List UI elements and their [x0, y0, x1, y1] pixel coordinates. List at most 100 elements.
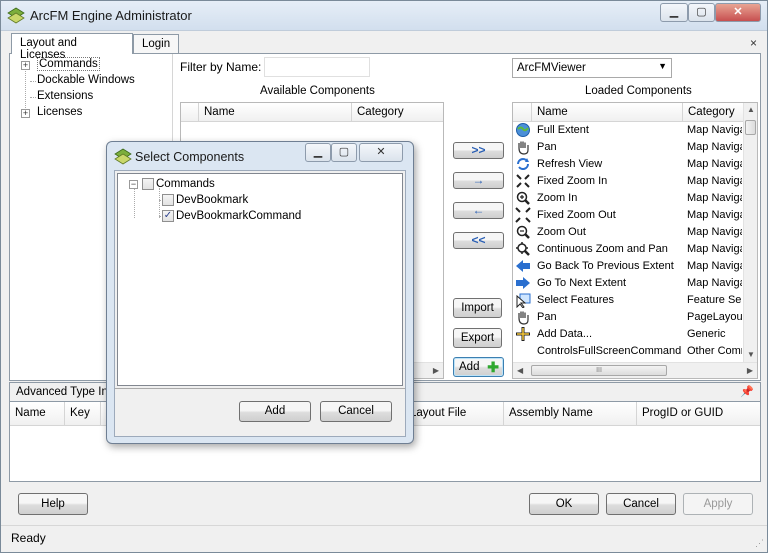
components-tree[interactable]: − Commands DevBookmark ✓ DevBookmarkComm… [117, 173, 403, 386]
viewer-select[interactable]: ArcFMViewer ▼ [512, 58, 672, 78]
add-selected-button[interactable]: → [453, 172, 504, 189]
tree-item-licenses[interactable]: Licenses [37, 106, 82, 118]
add-components-button[interactable]: Add ✚ [453, 357, 504, 377]
table-row[interactable]: Zoom Out Map Navigation [513, 224, 743, 241]
column-header-progid[interactable]: ProgID or GUID [637, 402, 760, 426]
main-window: ArcFM Engine Administrator ▁ ▢ ✕ Layout … [0, 0, 768, 553]
row-name: Continuous Zoom and Pan [537, 243, 668, 255]
close-icon: ✕ [733, 6, 743, 18]
table-row[interactable]: Full Extent Map Navigation [513, 122, 743, 139]
column-header-name[interactable]: Name [532, 103, 683, 122]
chevron-down-icon: ▼ [658, 61, 667, 71]
table-row[interactable]: Fixed Zoom In Map Navigation [513, 173, 743, 190]
remove-all-button[interactable]: << [453, 232, 504, 249]
tree-line [30, 81, 36, 82]
list-header: Name Category [513, 103, 743, 122]
table-row[interactable]: Pan Map Navigation [513, 139, 743, 156]
dialog-title: Select Components [135, 150, 245, 164]
loaded-components-list[interactable]: Name Category Full ExtentMap NavigationP… [512, 102, 758, 379]
tree-item-dockable-windows[interactable]: Dockable Windows [37, 74, 135, 86]
tree-line [30, 97, 36, 98]
vertical-scrollbar[interactable]: ▲ ▼ [743, 103, 757, 362]
table-row[interactable]: Add Data... Generic [513, 326, 743, 343]
table-row[interactable]: Zoom In Map Navigation [513, 190, 743, 207]
import-button[interactable]: Import [453, 298, 502, 318]
minimize-button[interactable]: ▁ [660, 3, 688, 22]
tree-item-commands[interactable]: Commands [156, 178, 215, 190]
continuous-zoom-icon [516, 242, 530, 256]
expand-icon[interactable]: + [21, 109, 30, 118]
row-name: Fixed Zoom Out [537, 209, 616, 221]
window-title: ArcFM Engine Administrator [30, 8, 192, 23]
filter-input[interactable] [264, 57, 370, 77]
pin-icon[interactable]: 📌 [740, 385, 754, 398]
refresh-icon [517, 158, 529, 170]
ok-button[interactable]: OK [529, 493, 599, 515]
cancel-button[interactable]: Cancel [606, 493, 676, 515]
close-tab-icon[interactable]: × [750, 36, 757, 50]
close-window-button[interactable]: ✕ [715, 3, 761, 22]
column-header-category[interactable]: Category [683, 103, 743, 122]
scroll-thumb[interactable] [745, 120, 756, 135]
tree-item-extensions[interactable]: Extensions [37, 90, 93, 102]
table-row[interactable]: Select Features Feature Selection [513, 292, 743, 309]
fixed-zoom-in-icon [516, 174, 530, 188]
tab-login[interactable]: Login [133, 34, 179, 54]
column-header-key[interactable]: Key [65, 402, 101, 426]
help-button[interactable]: Help [18, 493, 88, 515]
horizontal-scrollbar[interactable]: ◀ III ▶ [513, 362, 757, 378]
table-row[interactable]: ControlsFullScreenCommand Other Commands [513, 343, 743, 360]
dialog-close-button[interactable]: ✕ [359, 143, 403, 162]
column-header-category[interactable]: Category [352, 103, 443, 122]
row-name: ControlsFullScreenCommand [537, 345, 682, 357]
maximize-icon: ▢ [696, 6, 707, 18]
checkbox-commands[interactable] [142, 178, 154, 190]
row-category: Map Navigation [687, 260, 742, 272]
row-category: Map Navigation [687, 277, 742, 289]
table-row[interactable]: Continuous Zoom and Pan Map Navigation [513, 241, 743, 258]
add-all-button[interactable]: >> [453, 142, 504, 159]
tree-item-devbookmarkcommand[interactable]: DevBookmarkCommand [176, 210, 301, 222]
expand-icon[interactable]: + [21, 61, 30, 70]
maximize-icon: ▢ [338, 146, 350, 158]
export-button[interactable]: Export [453, 328, 502, 348]
column-header-assembly-name[interactable]: Assembly Name [504, 402, 637, 426]
dialog-cancel-button[interactable]: Cancel [320, 401, 392, 422]
dialog-add-button[interactable]: Add [239, 401, 311, 422]
collapse-icon[interactable]: − [129, 180, 138, 189]
globe-icon [516, 123, 530, 137]
table-row[interactable]: Fixed Zoom Out Map Navigation [513, 207, 743, 224]
maximize-button[interactable]: ▢ [688, 3, 715, 22]
scroll-left-icon[interactable]: ◀ [517, 366, 523, 375]
scroll-thumb[interactable]: III [531, 365, 667, 376]
scroll-right-icon[interactable]: ▶ [433, 366, 439, 375]
checkbox-devbookmarkcommand[interactable]: ✓ [162, 210, 174, 222]
scroll-up-icon[interactable]: ▲ [747, 105, 755, 114]
status-bar: Ready ⋰ [1, 525, 767, 552]
tab-label: Login [142, 38, 171, 50]
table-row[interactable]: Pan PageLayout [513, 309, 743, 326]
resize-grip-icon[interactable]: ⋰ [755, 538, 764, 549]
row-category: Map Navigation [687, 124, 742, 136]
tree-line [25, 64, 26, 114]
table-row[interactable]: Refresh View Map Navigation [513, 156, 743, 173]
column-header-name[interactable]: Name [199, 103, 352, 122]
scroll-right-icon[interactable]: ▶ [747, 366, 753, 375]
tree-line [134, 188, 135, 218]
app-logo-icon [114, 148, 132, 165]
dialog-maximize-button[interactable]: ▢ [331, 143, 357, 162]
row-name: Refresh View [537, 158, 603, 170]
remove-selected-button[interactable]: ← [453, 202, 504, 219]
arrow-left-icon [516, 260, 530, 272]
table-row[interactable]: Go Back To Previous Extent Map Navigation [513, 258, 743, 275]
scroll-down-icon[interactable]: ▼ [747, 350, 755, 359]
zoom-out-icon [516, 225, 530, 239]
apply-button[interactable]: Apply [683, 493, 753, 515]
tree-item-devbookmark[interactable]: DevBookmark [176, 194, 248, 206]
table-row[interactable]: Go To Next Extent Map Navigation [513, 275, 743, 292]
checkbox-devbookmark[interactable] [162, 194, 174, 206]
dialog-body: − Commands DevBookmark ✓ DevBookmarkComm… [114, 170, 406, 437]
dialog-minimize-button[interactable]: ▁ [305, 143, 331, 162]
column-header-name[interactable]: Name [10, 402, 65, 426]
tab-layout-and-licenses[interactable]: Layout and Licenses [11, 33, 133, 61]
